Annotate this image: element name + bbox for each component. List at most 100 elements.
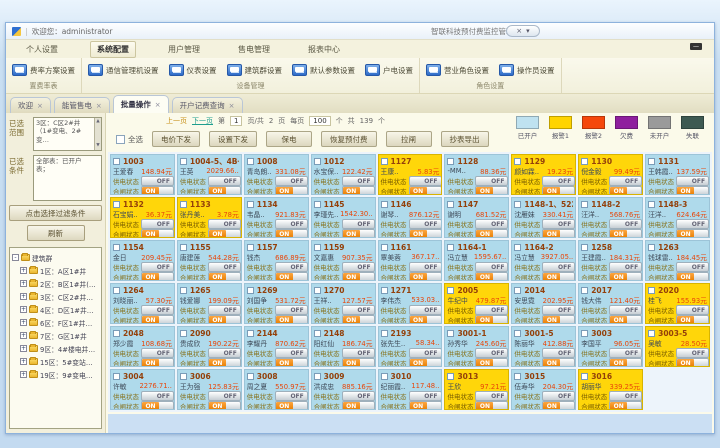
supply-toggle-off[interactable]: OFF — [609, 176, 642, 186]
meter-card[interactable]: 1159文嘉惠907.35元供电状态OFF合闸状态ON — [311, 240, 376, 281]
meter-card[interactable]: 1133张丹美..3.78元供电状态OFF合闸状态ON — [177, 197, 242, 238]
supply-toggle-off[interactable]: OFF — [141, 219, 174, 229]
meter-card[interactable]: 1269刘国争531.72元供电状态OFF合闸状态ON — [244, 283, 309, 324]
card-checkbox[interactable] — [447, 158, 454, 165]
supply-toggle-off[interactable]: OFF — [475, 348, 508, 358]
card-checkbox[interactable] — [581, 244, 588, 251]
switch-toggle-on[interactable]: ON — [141, 272, 174, 281]
card-checkbox[interactable] — [381, 287, 388, 294]
meter-card[interactable]: 1130倪金毅99.49元供电状态OFF合闸状态ON — [578, 154, 643, 195]
expand-icon[interactable]: + — [20, 280, 27, 287]
meter-card[interactable]: 1129颜如霖..19.23元供电状态OFF合闸状态ON — [511, 154, 576, 195]
supply-toggle-off[interactable]: OFF — [275, 262, 308, 272]
card-checkbox[interactable] — [180, 287, 187, 294]
tab-close-icon[interactable]: × — [155, 101, 161, 109]
card-checkbox[interactable] — [113, 201, 120, 208]
supply-toggle-off[interactable]: OFF — [542, 219, 575, 229]
supply-toggle-off[interactable]: OFF — [542, 176, 575, 186]
supply-toggle-off[interactable]: OFF — [275, 348, 308, 358]
meter-card[interactable]: 2020桂飞155.93元供电状态OFF合闸状态ON — [645, 283, 710, 324]
supply-toggle-off[interactable]: OFF — [609, 305, 642, 315]
switch-toggle-on[interactable]: ON — [475, 272, 508, 281]
supply-toggle-off[interactable]: OFF — [475, 219, 508, 229]
meter-card[interactable]: 1148-1、522沈雁妹330.41元供电状态OFF合闸状态ON — [511, 197, 576, 238]
switch-toggle-on[interactable]: ON — [342, 229, 375, 238]
card-checkbox[interactable] — [314, 330, 321, 337]
switch-toggle-on[interactable]: ON — [141, 315, 174, 324]
supply-toggle-off[interactable]: OFF — [475, 176, 508, 186]
supply-toggle-off[interactable]: OFF — [409, 262, 442, 272]
card-checkbox[interactable] — [447, 287, 454, 294]
switch-toggle-on[interactable]: ON — [609, 229, 642, 238]
supply-toggle-off[interactable]: OFF — [208, 391, 241, 401]
card-checkbox[interactable] — [581, 287, 588, 294]
card-checkbox[interactable] — [247, 287, 254, 294]
meter-card[interactable]: 1003王爱春148.94元供电状态OFF合闸状态ON — [110, 154, 175, 195]
tree-node[interactable]: +9区：4#楼电井（4#… — [12, 342, 99, 355]
meter-card[interactable]: 2005牛纪中479.87元供电状态OFF合闸状态ON — [444, 283, 509, 324]
supply-toggle-off[interactable]: OFF — [676, 219, 709, 229]
supply-toggle-off[interactable]: OFF — [208, 262, 241, 272]
ribbon-button-建筑群设置[interactable]: 建筑群设置 — [227, 64, 283, 76]
meter-card[interactable]: 1127王康..5.83元供电状态OFF合闸状态ON — [378, 154, 443, 195]
ribbon-collapse-button[interactable]: — — [690, 43, 702, 50]
switch-toggle-on[interactable]: ON — [141, 186, 174, 195]
switch-toggle-on[interactable]: ON — [208, 272, 241, 281]
expand-icon[interactable]: + — [20, 371, 27, 378]
meter-card[interactable]: 3003-5吴敏28.50元供电状态OFF合闸状态ON — [645, 326, 710, 367]
switch-toggle-on[interactable]: ON — [542, 401, 575, 410]
meter-card[interactable]: 2193张先生..58.34..供电状态OFF合闸状态ON — [378, 326, 443, 367]
tab-close-icon[interactable]: × — [37, 102, 43, 110]
supply-toggle-off[interactable]: OFF — [141, 262, 174, 272]
supply-toggle-off[interactable]: OFF — [475, 262, 508, 272]
switch-toggle-on[interactable]: ON — [275, 186, 308, 195]
supply-toggle-off[interactable]: OFF — [409, 176, 442, 186]
card-checkbox[interactable] — [381, 244, 388, 251]
toolbar-button-电价下发[interactable]: 电价下发 — [152, 131, 200, 147]
card-checkbox[interactable] — [381, 201, 388, 208]
tree-node[interactable]: +6区：F区1#井（F区1#… — [12, 316, 99, 329]
supply-toggle-off[interactable]: OFF — [342, 219, 375, 229]
card-checkbox[interactable] — [514, 201, 521, 208]
switch-toggle-on[interactable]: ON — [342, 272, 375, 281]
meter-card[interactable]: 1132石宝娟..36.37元供电状态OFF合闸状态ON — [110, 197, 175, 238]
supply-toggle-off[interactable]: OFF — [409, 348, 442, 358]
menu-item-个人设置[interactable]: 个人设置 — [20, 42, 64, 57]
switch-toggle-on[interactable]: ON — [409, 358, 442, 367]
switch-toggle-on[interactable]: ON — [208, 315, 241, 324]
meter-card[interactable]: 1164-2冯立慧3927.05..供电状态OFF合闸状态ON — [511, 240, 576, 281]
ribbon-button-营业角色设置[interactable]: 营业角色设置 — [426, 64, 489, 76]
card-checkbox[interactable] — [314, 158, 321, 165]
switch-toggle-on[interactable]: ON — [275, 229, 308, 238]
switch-toggle-on[interactable]: ON — [676, 272, 709, 281]
supply-toggle-off[interactable]: OFF — [342, 305, 375, 315]
card-checkbox[interactable] — [648, 158, 655, 165]
card-checkbox[interactable] — [447, 201, 454, 208]
page-number-input[interactable]: 1 — [230, 116, 242, 126]
meter-card[interactable]: 3016胡丽华339.25元供电状态OFF合闸状态ON — [578, 369, 643, 410]
card-checkbox[interactable] — [314, 287, 321, 294]
switch-toggle-on[interactable]: ON — [542, 358, 575, 367]
card-checkbox[interactable] — [581, 373, 588, 380]
switch-toggle-on[interactable]: ON — [342, 358, 375, 367]
card-checkbox[interactable] — [648, 244, 655, 251]
card-checkbox[interactable] — [581, 201, 588, 208]
card-checkbox[interactable] — [447, 373, 454, 380]
refresh-button[interactable]: 刷新 — [27, 225, 85, 241]
supply-toggle-off[interactable]: OFF — [208, 219, 241, 229]
filter-select-button[interactable]: 点击选择过滤条件 — [9, 205, 102, 221]
menu-item-售电管理[interactable]: 售电管理 — [232, 42, 276, 57]
expand-icon[interactable]: + — [20, 332, 27, 339]
card-checkbox[interactable] — [514, 158, 521, 165]
meter-card[interactable]: 1004-5、4B一王英2029.66..供电状态OFF合闸状态ON — [177, 154, 242, 195]
switch-toggle-on[interactable]: ON — [609, 401, 642, 410]
switch-toggle-on[interactable]: ON — [609, 358, 642, 367]
switch-toggle-on[interactable]: ON — [141, 358, 174, 367]
switch-toggle-on[interactable]: ON — [609, 186, 642, 195]
meter-card[interactable]: 1128-MM..88.36元供电状态OFF合闸状态ON — [444, 154, 509, 195]
switch-toggle-on[interactable]: ON — [208, 229, 241, 238]
switch-toggle-on[interactable]: ON — [342, 315, 375, 324]
card-checkbox[interactable] — [247, 330, 254, 337]
card-checkbox[interactable] — [113, 158, 120, 165]
switch-toggle-on[interactable]: ON — [409, 272, 442, 281]
